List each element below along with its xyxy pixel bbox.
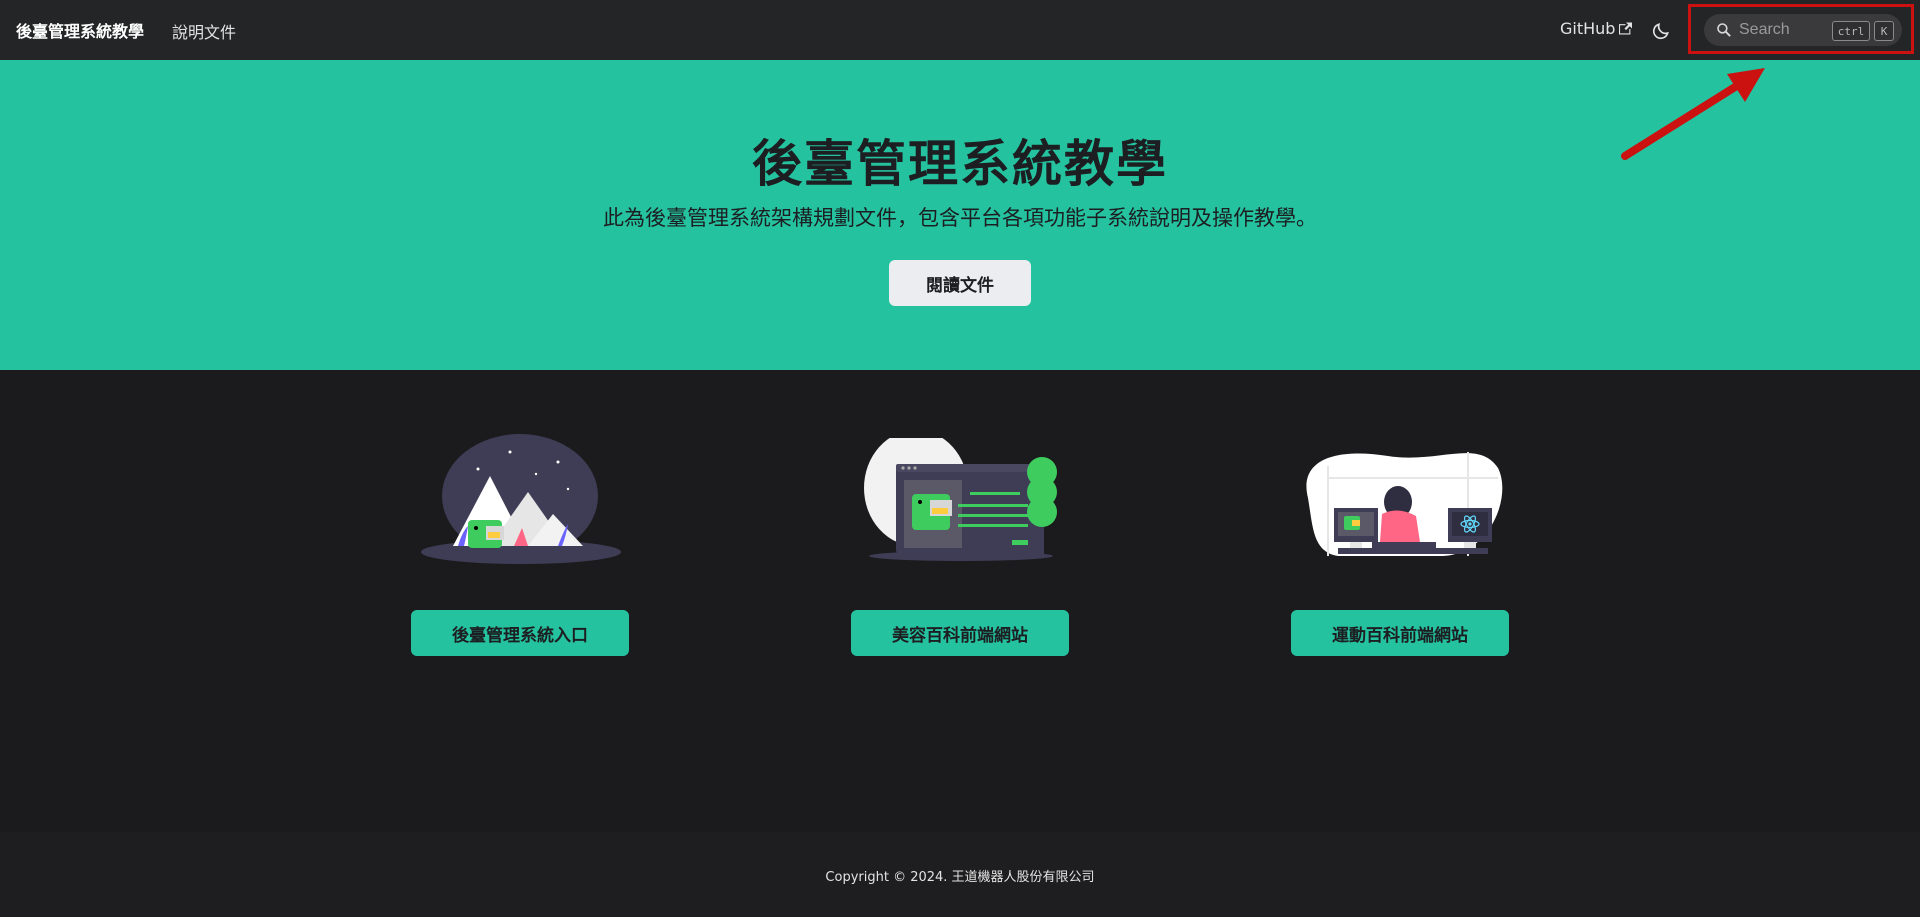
github-link-label: GitHub <box>1560 19 1616 38</box>
dark-mode-toggle[interactable] <box>1646 16 1676 46</box>
website-illustration <box>864 438 1057 561</box>
developer-illustration <box>1306 452 1503 557</box>
read-docs-button[interactable]: 閱讀文件 <box>889 260 1031 306</box>
search-icon <box>1717 23 1731 37</box>
external-link-icon <box>1619 22 1633 35</box>
mountain-illustration <box>421 434 621 564</box>
hero-subtitle: 此為後臺管理系統架構規劃文件，包含平台各項功能子系統說明及操作教學。 <box>603 206 1317 230</box>
moon-icon <box>1652 23 1669 40</box>
shortcut-k-key: K <box>1874 21 1894 41</box>
shortcut-ctrl-key: ctrl <box>1832 21 1870 41</box>
navbar: 後臺管理系統教學 說明文件 GitHub Search ctrl K <box>0 0 1920 60</box>
beauty-encyclopedia-site-button[interactable]: 美容百科前端網站 <box>851 610 1069 656</box>
search-placeholder: Search <box>1739 21 1790 38</box>
footer-copyright: Copyright © 2024. 王道機器人股份有限公司 <box>825 870 1095 885</box>
annotation-arrow-icon <box>1621 68 1765 160</box>
footer: Copyright © 2024. 王道機器人股份有限公司 <box>0 832 1920 917</box>
nav-link-docs[interactable]: 說明文件 <box>172 19 236 43</box>
sports-encyclopedia-site-button[interactable]: 運動百科前端網站 <box>1291 610 1509 656</box>
admin-system-entry-button[interactable]: 後臺管理系統入口 <box>411 610 629 656</box>
search-button[interactable]: Search ctrl K <box>1704 14 1902 46</box>
navbar-brand[interactable]: 後臺管理系統教學 <box>16 18 144 42</box>
nav-link-github[interactable]: GitHub <box>1560 19 1633 38</box>
